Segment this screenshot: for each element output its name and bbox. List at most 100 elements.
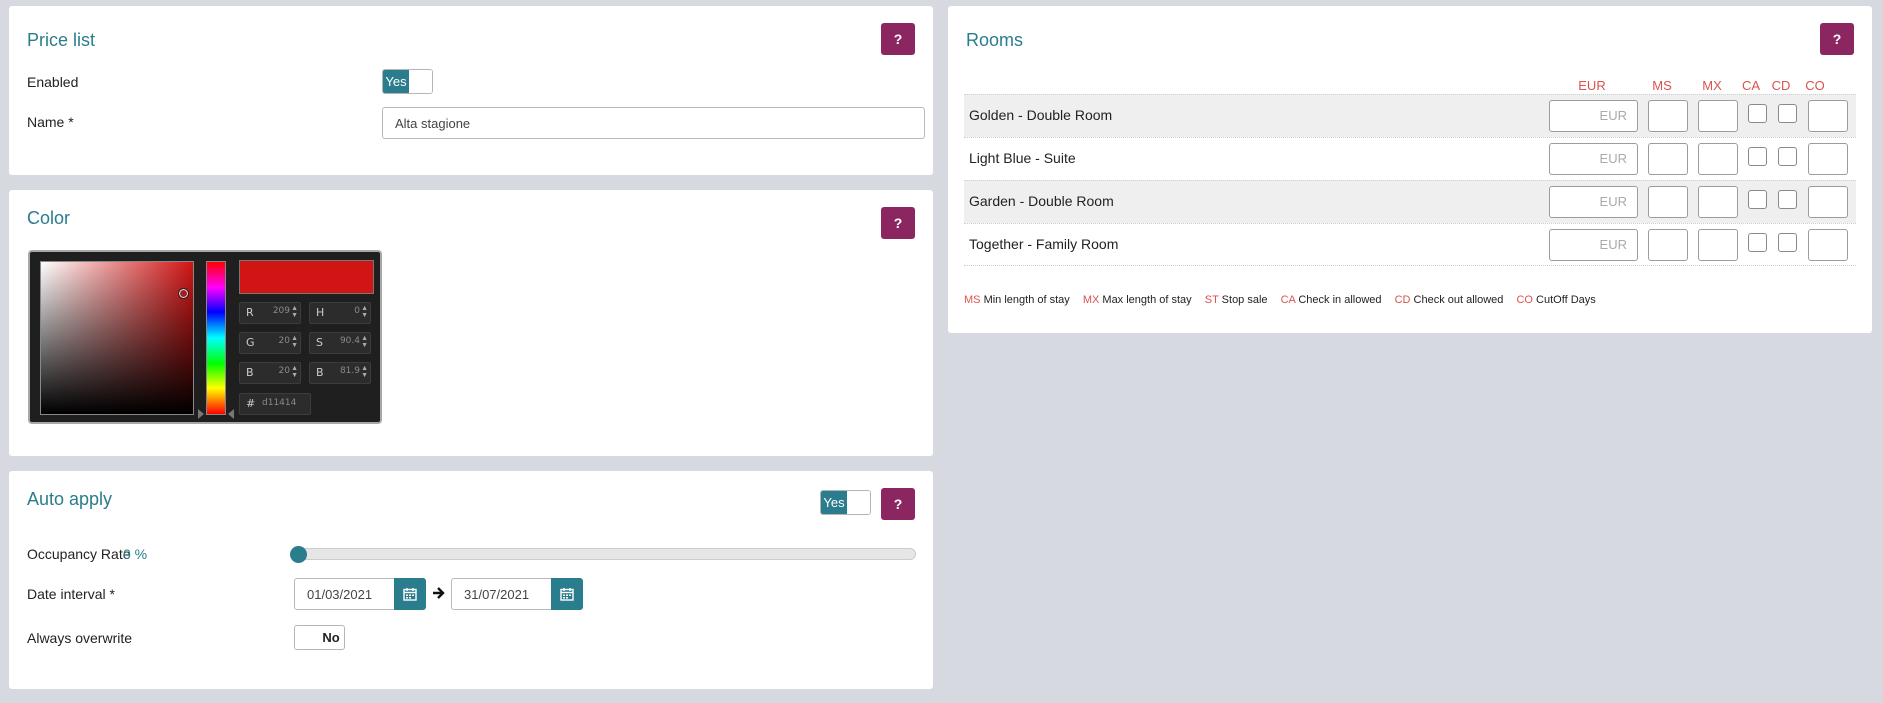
red-field-label: R: [246, 306, 254, 319]
toggle-knob: [847, 491, 870, 514]
ca-checkbox[interactable]: [1748, 233, 1767, 252]
table-row: Together - Family Room EUR: [964, 223, 1856, 266]
brightness-field-value: 81.9: [339, 366, 360, 376]
cd-checkbox[interactable]: [1778, 233, 1797, 252]
mx-input[interactable]: [1698, 100, 1738, 132]
table-row: Garden - Double Room EUR: [964, 180, 1856, 223]
rooms-panel: Rooms ? EUR MS MX CA CD CO Golden - Doub…: [948, 6, 1872, 333]
hue-slider[interactable]: [206, 261, 226, 415]
auto-apply-toggle[interactable]: Yes: [820, 490, 871, 515]
legend-item: CD Check out allowed: [1394, 294, 1504, 306]
always-overwrite-label: Always overwrite: [27, 630, 133, 646]
ms-input[interactable]: [1648, 143, 1688, 175]
rooms-legend: MS Min length of stay MX Max length of s…: [964, 294, 1606, 306]
stepper-icon[interactable]: ▲ ▼: [361, 365, 368, 379]
legend-item: MX Max length of stay: [1082, 294, 1192, 306]
mx-input[interactable]: [1698, 186, 1738, 218]
cd-checkbox[interactable]: [1778, 190, 1797, 209]
enabled-toggle-value: Yes: [383, 70, 409, 93]
stepper-icon[interactable]: ▲ ▼: [361, 335, 368, 349]
room-name: Together - Family Room: [969, 236, 1119, 252]
date-interval-label: Date interval *: [27, 586, 115, 602]
co-input[interactable]: [1808, 100, 1848, 132]
ca-checkbox[interactable]: [1748, 104, 1767, 123]
auto-apply-title: Auto apply: [27, 489, 113, 509]
stepper-icon[interactable]: ▲ ▼: [291, 305, 298, 319]
ms-input[interactable]: [1648, 186, 1688, 218]
green-field[interactable]: G 20 ▲ ▼: [239, 332, 301, 354]
hex-field-label: #: [246, 397, 256, 410]
date-to-calendar-button[interactable]: [551, 578, 583, 610]
auto-apply-help-button[interactable]: ?: [881, 488, 915, 520]
hue-slider-right-arrow[interactable]: [228, 409, 234, 419]
calendar-icon: [560, 588, 574, 601]
toggle-knob: [409, 70, 432, 93]
column-header-co: CO: [1805, 78, 1825, 93]
date-to-input[interactable]: 31/07/2021: [451, 578, 552, 610]
date-from-calendar-button[interactable]: [394, 578, 426, 610]
ca-checkbox[interactable]: [1748, 190, 1767, 209]
blue-field-value: 20: [278, 366, 290, 376]
arrow-right-icon: [432, 585, 446, 601]
brightness-field[interactable]: B 81.9 ▲ ▼: [309, 362, 371, 384]
saturation-brightness-area[interactable]: [40, 261, 194, 415]
rooms-help-button[interactable]: ?: [1820, 23, 1854, 55]
co-input[interactable]: [1808, 143, 1848, 175]
rooms-title: Rooms: [966, 30, 1024, 50]
mx-input[interactable]: [1698, 143, 1738, 175]
enabled-toggle[interactable]: Yes: [382, 69, 433, 94]
always-overwrite-toggle-value: No: [322, 630, 340, 645]
blue-field[interactable]: B 20 ▲ ▼: [239, 362, 301, 384]
color-picker-marker[interactable]: [178, 288, 189, 299]
green-field-label: G: [246, 336, 255, 349]
name-input[interactable]: Alta stagione: [382, 107, 925, 139]
occupancy-rate-label: Occupancy Rate: [27, 546, 131, 562]
saturation-field-value: 90.4: [339, 336, 360, 346]
saturation-field-label: S: [316, 336, 323, 349]
price-list-title: Price list: [27, 30, 96, 50]
ca-checkbox[interactable]: [1748, 147, 1767, 166]
toggle-knob: [295, 626, 318, 649]
occupancy-slider-track[interactable]: [298, 548, 916, 560]
room-name: Garden - Double Room: [969, 193, 1114, 209]
legend-item: ST Stop sale: [1204, 294, 1268, 306]
cd-checkbox[interactable]: [1778, 104, 1797, 123]
room-name: Light Blue - Suite: [969, 150, 1076, 166]
date-from-input[interactable]: 01/03/2021: [294, 578, 395, 610]
ms-input[interactable]: [1648, 229, 1688, 261]
hue-field[interactable]: H 0 ▲ ▼: [309, 302, 371, 324]
table-row: Light Blue - Suite EUR: [964, 137, 1856, 180]
mx-input[interactable]: [1698, 229, 1738, 261]
stepper-icon[interactable]: ▲ ▼: [291, 335, 298, 349]
eur-input[interactable]: EUR: [1549, 186, 1638, 218]
co-input[interactable]: [1808, 229, 1848, 261]
eur-input[interactable]: EUR: [1549, 143, 1638, 175]
price-list-help-button[interactable]: ?: [881, 23, 915, 55]
color-swatch: [239, 260, 374, 294]
stepper-icon[interactable]: ▲ ▼: [291, 365, 298, 379]
enabled-label: Enabled: [27, 74, 79, 90]
ms-input[interactable]: [1648, 100, 1688, 132]
name-label: Name *: [27, 114, 74, 130]
always-overwrite-toggle[interactable]: No: [294, 625, 345, 650]
room-name: Golden - Double Room: [969, 107, 1113, 123]
stepper-icon[interactable]: ▲ ▼: [361, 305, 368, 319]
color-title: Color: [27, 208, 71, 228]
occupancy-slider-handle[interactable]: [290, 546, 307, 563]
eur-input[interactable]: EUR: [1549, 100, 1638, 132]
co-input[interactable]: [1808, 186, 1848, 218]
column-header-ca: CA: [1741, 78, 1761, 93]
hue-field-label: H: [316, 306, 325, 319]
eur-input[interactable]: EUR: [1549, 229, 1638, 261]
green-field-value: 20: [278, 336, 290, 346]
hue-field-value: 0: [354, 306, 360, 316]
color-picker: R 209 ▲ ▼ G 20 ▲ ▼ B 20 ▲ ▼ H 0 ▲ ▼ S 90.4 ▲…: [28, 250, 382, 424]
red-field[interactable]: R 209 ▲ ▼: [239, 302, 301, 324]
column-header-mx: MX: [1702, 78, 1722, 93]
saturation-field[interactable]: S 90.4 ▲ ▼: [309, 332, 371, 354]
cd-checkbox[interactable]: [1778, 147, 1797, 166]
hex-field[interactable]: # d11414: [239, 393, 311, 415]
color-help-button[interactable]: ?: [881, 207, 915, 239]
column-header-cd: CD: [1771, 78, 1791, 93]
hue-slider-left-arrow[interactable]: [198, 409, 204, 419]
